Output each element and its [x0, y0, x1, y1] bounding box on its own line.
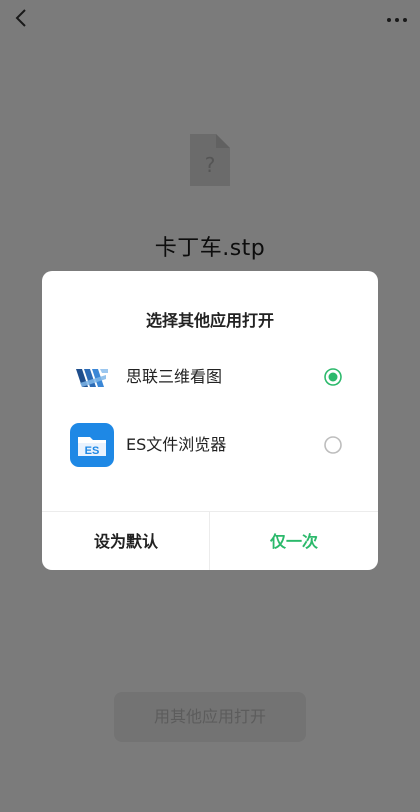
- radio-selected-icon[interactable]: [324, 368, 342, 386]
- app-chooser-dialog: 选择其他应用打开 思联三维看图 ES ES文件浏览器 设为默认 仅一次: [42, 271, 378, 570]
- option-label: 思联三维看图: [126, 367, 223, 386]
- option-silian-3d-viewer[interactable]: 思联三维看图: [42, 349, 378, 405]
- es-file-explorer-icon: ES: [70, 423, 114, 467]
- svg-text:ES: ES: [85, 445, 100, 457]
- set-default-button[interactable]: 设为默认: [42, 512, 210, 570]
- just-once-button[interactable]: 仅一次: [210, 512, 378, 570]
- option-label: ES文件浏览器: [126, 435, 227, 454]
- option-es-file-explorer[interactable]: ES ES文件浏览器: [42, 417, 378, 473]
- dialog-footer: 设为默认 仅一次: [42, 511, 378, 570]
- dialog-title: 选择其他应用打开: [145, 311, 274, 330]
- silian-3d-viewer-icon: [70, 355, 114, 399]
- radio-unselected-icon[interactable]: [324, 436, 342, 454]
